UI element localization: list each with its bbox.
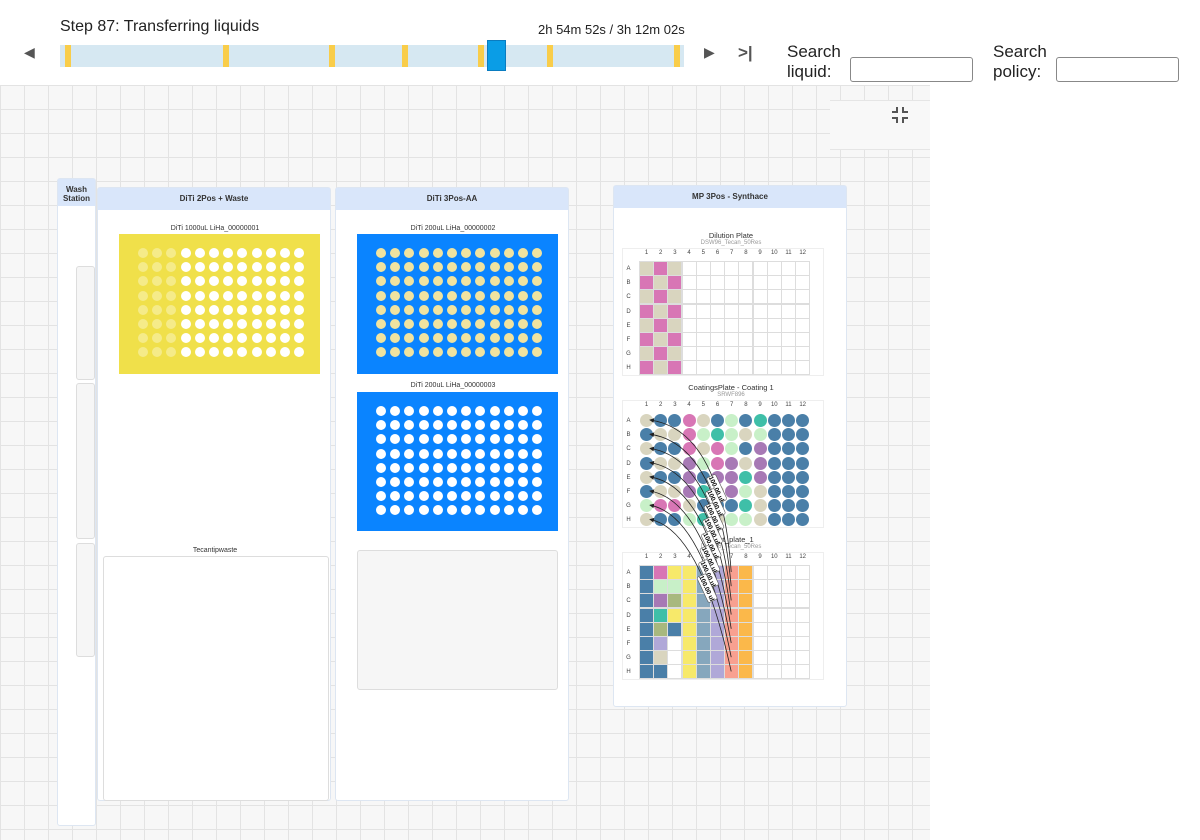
transfer-arrows: 100.00 ul100.00 ul100.00 ul100.00 ul100.… (649, 418, 732, 672)
